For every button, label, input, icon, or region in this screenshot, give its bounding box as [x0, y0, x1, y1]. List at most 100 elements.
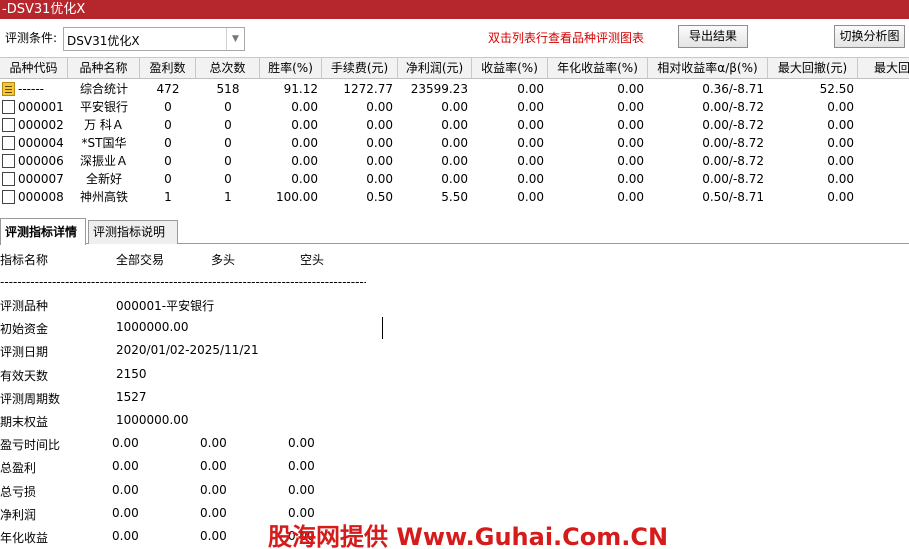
condition-label: 评测条件:: [5, 31, 58, 45]
cell-annual: 0.00: [617, 190, 644, 204]
detail-value-long: 0.00: [200, 505, 227, 520]
cell-winrate: 100.00: [276, 190, 318, 204]
cell-profit: 0.00: [441, 136, 468, 150]
table-row[interactable]: 000001 平安银行 0 0 0.00 0.00 0.00 0.00 0.00 0.00/-8.…: [0, 98, 909, 116]
cell-annual: 0.00: [617, 154, 644, 168]
summary-icon: [2, 82, 15, 96]
detail-label: 总盈利: [0, 461, 37, 476]
table-row[interactable]: 000008 神州高铁 1 1 100.00 0.50 5.50 0.00 0.00 0.50/-…: [0, 188, 909, 206]
detail-label: 期末权益: [0, 415, 49, 429]
cell-ret: 0.00: [517, 154, 544, 168]
grid-body: ------ 综合统计 472 518 91.12 1272.77 23599.23 0.00…: [0, 80, 909, 206]
detail-value-all: 0.00: [112, 459, 139, 474]
col-header-relative[interactable]: 相对收益率α/β(%): [648, 58, 768, 79]
detail-label: 初始资金: [0, 322, 49, 337]
cell-fee: 0.00: [366, 136, 393, 150]
cell-relative: 0.00/-8.72: [702, 100, 764, 114]
cell-profit: 23599.23: [410, 82, 468, 96]
cell-relative: 0.00/-8.72: [702, 118, 764, 132]
cell-wins: 0: [164, 118, 172, 132]
tab-detail[interactable]: 评测指标详情: [0, 218, 86, 245]
document-icon: [2, 136, 15, 150]
chevron-down-icon[interactable]: ▼: [226, 28, 244, 50]
cell-profit: 5.50: [441, 190, 468, 204]
cell-total: 0: [224, 118, 232, 132]
switch-chart-button[interactable]: 切换分析图: [834, 25, 905, 48]
col-header-profit[interactable]: 净利润(元): [398, 58, 472, 79]
col-header-annual[interactable]: 年化收益率(%): [548, 58, 648, 79]
document-icon: [2, 100, 15, 114]
cell-code: 000002: [18, 118, 64, 132]
toolbar: 评测条件: DSV31优化X ▼ 双击列表行查看品种评测图表 导出结果 切换分析…: [0, 19, 909, 57]
tab-explanation[interactable]: 评测指标说明: [88, 220, 178, 244]
table-row[interactable]: 000006 深振业Ａ 0 0 0.00 0.00 0.00 0.00 0.00 0.00/-8.…: [0, 152, 909, 170]
cell-profit: 0.00: [441, 172, 468, 186]
condition-value: DSV31优化X: [67, 34, 140, 48]
condition-select[interactable]: DSV31优化X ▼: [63, 27, 245, 51]
detail-separator: ----------------------------------------…: [0, 275, 366, 289]
col-header-fee[interactable]: 手续费(元): [322, 58, 398, 79]
table-row[interactable]: 000007 全新好 0 0 0.00 0.00 0.00 0.00 0.00 0.00/-8.7…: [0, 170, 909, 188]
cell-name: 神州高铁: [79, 190, 128, 204]
detail-value-long: 0.00: [200, 459, 227, 474]
table-row[interactable]: 000002 万 科Ａ 0 0 0.00 0.00 0.00 0.00 0.00 0.00/-8.…: [0, 116, 909, 134]
cell-code: ------: [18, 82, 44, 96]
col-header-return[interactable]: 收益率(%): [472, 58, 548, 79]
cell-relative: 0.00/-8.72: [702, 154, 764, 168]
detail-value-short: 0.00: [288, 459, 315, 474]
detail-value-all: 0.00: [112, 505, 139, 520]
cell-annual: 0.00: [617, 136, 644, 150]
cell-ret: 0.00: [517, 118, 544, 132]
detail-header-all: 全部交易: [116, 253, 165, 267]
cell-total: 0: [224, 100, 232, 114]
cell-ret: 0.00: [517, 172, 544, 186]
col-header-total[interactable]: 总次数: [196, 58, 260, 79]
detail-value-all: 2150: [116, 366, 147, 381]
col-header-code[interactable]: 品种代码: [0, 58, 68, 79]
cell-profit: 0.00: [441, 154, 468, 168]
hint-text: 双击列表行查看品种评测图表: [488, 31, 645, 45]
detail-value-long: 0.00: [200, 482, 227, 497]
table-row[interactable]: 000004 *ST国华 0 0 0.00 0.00 0.00 0.00 0.00 0.00/-8…: [0, 134, 909, 152]
detail-label: 评测周期数: [0, 391, 61, 406]
cell-ret: 0.00: [517, 190, 544, 204]
document-icon: [2, 190, 15, 204]
cell-winrate: 91.12: [283, 82, 318, 96]
detail-panel: 指标名称 全部交易 多头 空头 ------------------------…: [0, 245, 909, 549]
cell-fee: 0.00: [366, 100, 393, 114]
document-icon: [2, 118, 15, 132]
results-grid[interactable]: 品种代码 品种名称 盈利数 总次数 胜率(%) 手续费(元) 净利润(元) 收益…: [0, 57, 909, 212]
detail-value-all: 000001-平安银行: [116, 299, 215, 313]
detail-value-all: 0.00: [112, 436, 139, 451]
cell-code: 000006: [18, 154, 64, 168]
cell-profit: 0.00: [441, 100, 468, 114]
document-icon: [2, 154, 15, 168]
cell-code: 000004: [18, 136, 64, 150]
col-header-drawdown-2[interactable]: 最大回: [858, 58, 909, 79]
cell-annual: 0.00: [617, 82, 644, 96]
col-header-name[interactable]: 品种名称: [68, 58, 140, 79]
cell-name: 平安银行: [79, 100, 128, 114]
cell-relative: 0.00/-8.72: [702, 172, 764, 186]
cell-code: 000008: [18, 190, 64, 204]
detail-value-all: 1000000.00: [116, 320, 189, 335]
detail-value-short: 0.00: [288, 436, 315, 451]
cell-ret: 0.00: [517, 136, 544, 150]
col-header-drawdown[interactable]: 最大回撤(元): [768, 58, 858, 79]
cell-relative: 0.50/-8.71: [702, 190, 764, 204]
cell-wins: 0: [164, 172, 172, 186]
cell-fee: 0.00: [366, 118, 393, 132]
cell-relative: 0.36/-8.71: [702, 82, 764, 96]
export-button[interactable]: 导出结果: [678, 25, 748, 48]
cell-winrate: 0.00: [291, 172, 318, 186]
detail-label: 有效天数: [0, 368, 49, 383]
cell-ret: 0.00: [517, 82, 544, 96]
table-row[interactable]: ------ 综合统计 472 518 91.12 1272.77 23599.23 0.00…: [0, 80, 909, 98]
col-header-wins[interactable]: 盈利数: [140, 58, 196, 79]
cell-ret: 0.00: [517, 100, 544, 114]
col-header-winrate[interactable]: 胜率(%): [260, 58, 322, 79]
cell-total: 1: [224, 190, 232, 204]
detail-value-all: 0.00: [112, 529, 139, 543]
cell-total: 0: [224, 136, 232, 150]
cell-drawdown: 0.00: [827, 136, 854, 150]
